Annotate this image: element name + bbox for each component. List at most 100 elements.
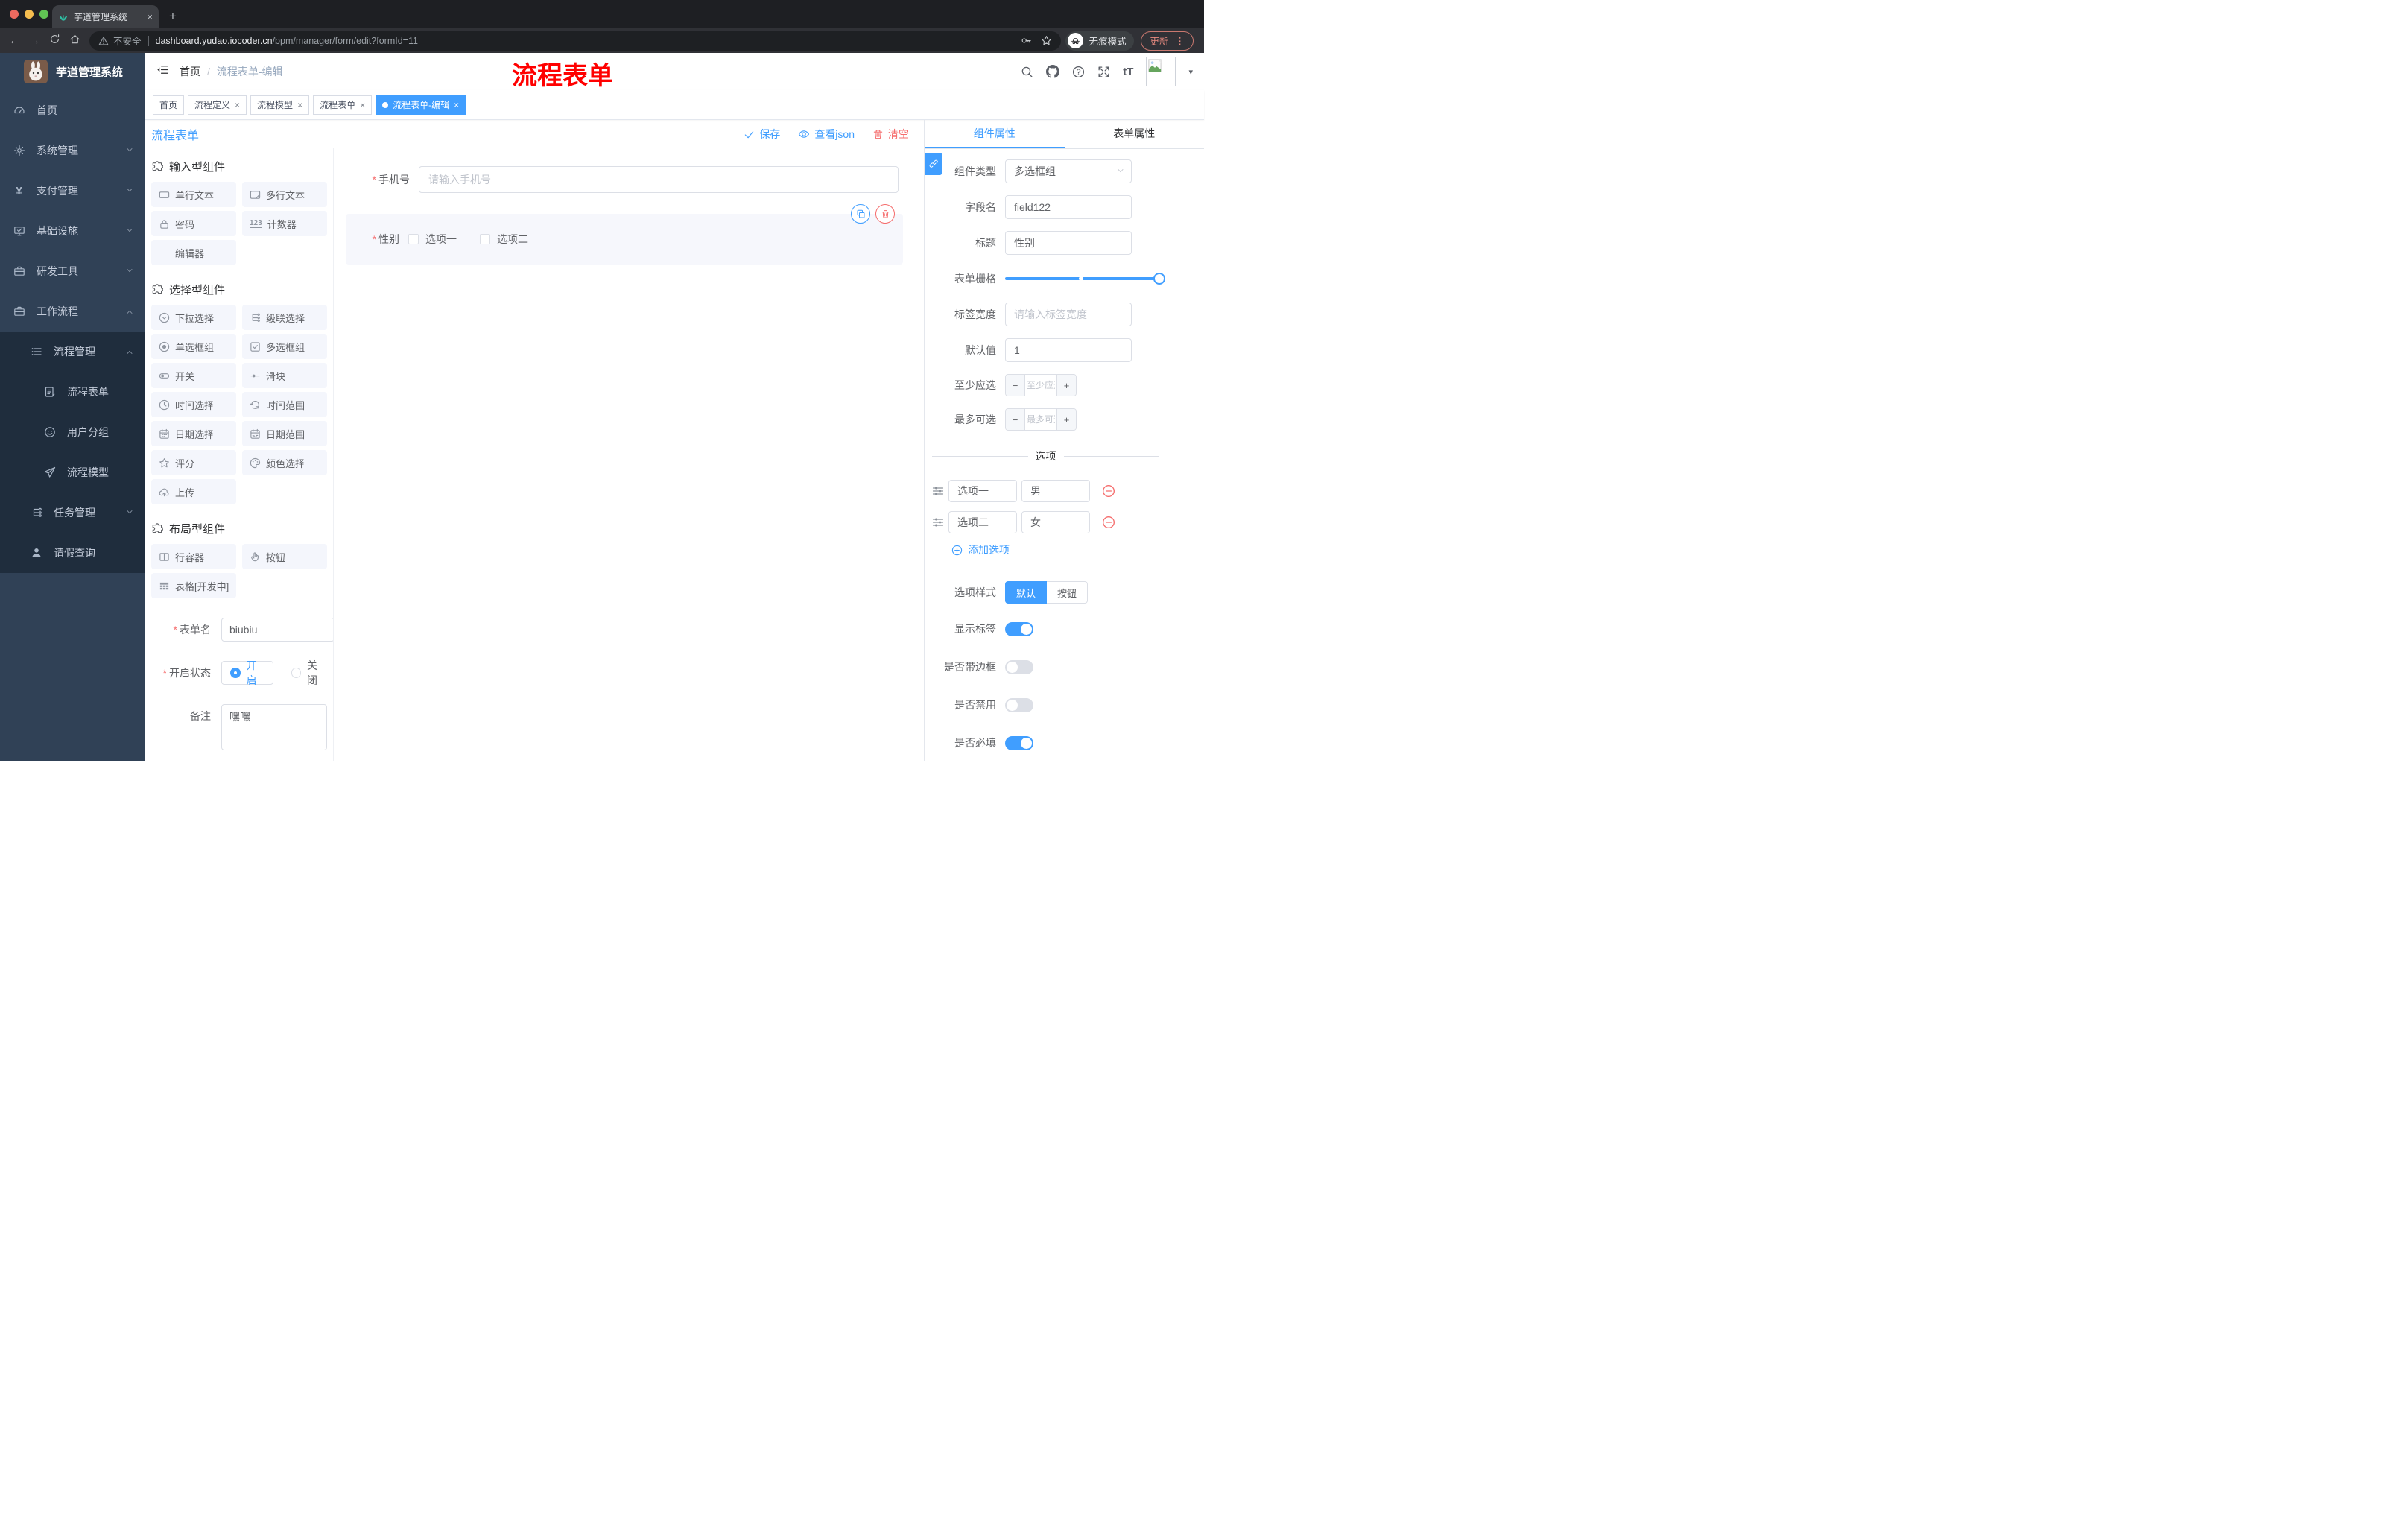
tag-process-definition[interactable]: 流程定义 × [188,95,247,115]
component-chip-checkbox-group[interactable]: 多选框组 [242,334,327,359]
required-toggle[interactable] [1005,735,1033,750]
tag-close-icon[interactable]: × [454,100,459,110]
security-label[interactable]: 不安全 [113,34,142,48]
stepper-increase-button[interactable]: + [1056,409,1076,430]
checkbox-box[interactable] [480,234,490,244]
stepper-decrease-button[interactable]: − [1006,375,1025,396]
component-chip-radio-group[interactable]: 单选框组 [151,334,236,359]
sidebar-item-workflow[interactable]: 工作流程 [0,291,145,332]
border-toggle[interactable] [1005,659,1033,674]
max-select-input[interactable] [1025,409,1056,430]
status-radio-on[interactable]: 开启 [221,659,273,686]
sidebar-item-home[interactable]: 首页 [0,90,145,130]
component-chip-switch[interactable]: 开关 [151,363,236,388]
sidebar-item-process-form[interactable]: 流程表单 [0,372,145,412]
option-2-value-input[interactable] [1021,511,1090,533]
sidebar-item-infra[interactable]: 基础设施 [0,211,145,251]
field-name-input[interactable] [1005,195,1132,219]
disabled-toggle[interactable] [1005,697,1033,712]
view-json-button[interactable]: 查看json [798,127,855,142]
title-input[interactable] [1005,231,1132,255]
sidebar-item-devtools[interactable]: 研发工具 [0,251,145,291]
remark-textarea[interactable]: 嘿嘿 [221,704,327,750]
tag-home[interactable]: 首页 [153,95,185,115]
tag-process-form[interactable]: 流程表单 × [313,95,373,115]
tag-close-icon[interactable]: × [360,100,365,110]
status-radio-off[interactable]: 关闭 [291,658,328,688]
canvas-field-phone[interactable]: * 手机号 [346,166,903,193]
form-grid-slider[interactable] [1005,267,1165,291]
show-label-toggle[interactable] [1005,621,1033,636]
component-chip-select[interactable]: 下拉选择 [151,305,236,330]
tag-process-form-edit-active[interactable]: 流程表单-编辑 × [376,95,466,115]
min-select-input[interactable] [1025,375,1056,396]
slider-thumb[interactable] [1153,273,1165,285]
component-chip-table[interactable]: 表格[开发中] [151,573,236,598]
component-chip-rate[interactable]: 评分 [151,450,236,475]
remove-option-button[interactable] [1102,484,1115,498]
remove-option-button[interactable] [1102,516,1115,529]
search-icon[interactable] [1021,66,1033,78]
browser-tab[interactable]: 芋道管理系统 × [52,5,159,28]
address-bar[interactable]: 不安全 dashboard.yudao.iocoder.cn/bpm/manag… [89,31,1062,51]
tag-close-icon[interactable]: × [297,100,302,110]
component-chip-single-text[interactable]: 单行文本 [151,182,236,207]
phone-input[interactable] [419,166,899,193]
tab-component-props[interactable]: 组件属性 [925,120,1065,148]
gender-checkbox-option-2[interactable]: 选项二 [480,232,528,247]
component-chip-multi-text[interactable]: 多行文本 [242,182,327,207]
sidebar-item-leave-query[interactable]: 请假查询 [0,533,145,573]
component-chip-time-range[interactable]: 时间范围 [242,392,327,417]
duplicate-component-button[interactable] [851,204,870,224]
tag-process-model[interactable]: 流程模型 × [250,95,310,115]
drag-handle-icon[interactable] [932,485,944,497]
component-chip-row-container[interactable]: 行容器 [151,544,236,569]
option-2-label-input[interactable] [948,511,1017,533]
browser-menu-kebab-icon[interactable]: ⋮ [1176,35,1185,46]
delete-component-button[interactable] [875,204,895,224]
component-chip-button[interactable]: 按钮 [242,544,327,569]
font-size-icon[interactable]: tT [1123,66,1133,78]
reload-button[interactable] [45,34,65,48]
sidebar-item-user-group[interactable]: 用户分组 [0,412,145,452]
window-close-button[interactable] [10,10,19,19]
sidebar-item-process-model[interactable]: 流程模型 [0,452,145,493]
slider-track[interactable] [1005,273,1165,285]
breadcrumb-home[interactable]: 首页 [180,64,200,79]
sidebar-fold-icon[interactable] [156,63,169,80]
sidebar-item-payment[interactable]: ¥ 支付管理 [0,171,145,211]
browser-update-button[interactable]: 更新 ⋮ [1141,31,1194,51]
component-type-select[interactable]: 多选框组 [1005,159,1132,183]
component-chip-cascader[interactable]: 级联选择 [242,305,327,330]
github-icon[interactable] [1046,65,1059,78]
new-tab-button[interactable]: + [169,9,177,24]
tab-close-icon[interactable]: × [147,11,153,22]
home-button[interactable] [65,34,85,48]
gender-checkbox-option-1[interactable]: 选项一 [408,232,457,247]
help-icon[interactable] [1072,66,1085,78]
component-chip-date[interactable]: 日期选择 [151,421,236,446]
label-width-input[interactable] [1005,303,1132,326]
option-1-value-input[interactable] [1021,480,1090,502]
tag-close-icon[interactable]: × [235,100,240,110]
password-key-icon[interactable] [1021,35,1032,46]
add-option-button[interactable]: 添加选项 [951,542,1159,557]
component-chip-editor[interactable]: 编辑器 [151,240,236,265]
stepper-increase-button[interactable]: + [1056,375,1076,396]
component-chip-color[interactable]: 颜色选择 [242,450,327,475]
bookmark-star-icon[interactable] [1041,35,1052,46]
option-style-button-button[interactable]: 按钮 [1047,581,1089,604]
data-binding-badge[interactable] [925,153,942,175]
canvas-field-gender-selected[interactable]: * 性别 选项一 选项二 [346,204,903,265]
stepper-decrease-button[interactable]: − [1006,409,1025,430]
tab-form-props[interactable]: 表单属性 [1065,120,1205,148]
component-chip-date-range[interactable]: 日期范围 [242,421,327,446]
window-minimize-button[interactable] [25,10,34,19]
component-chip-counter[interactable]: 123 计数器 [242,211,327,236]
drag-handle-icon[interactable] [932,516,944,528]
form-canvas[interactable]: *手机号 *性别 选项一 选项二 [333,148,924,762]
forward-button[interactable]: → [25,34,45,47]
window-zoom-button[interactable] [39,10,48,19]
back-button[interactable]: ← [4,34,25,47]
option-style-default-button[interactable]: 默认 [1005,581,1048,604]
